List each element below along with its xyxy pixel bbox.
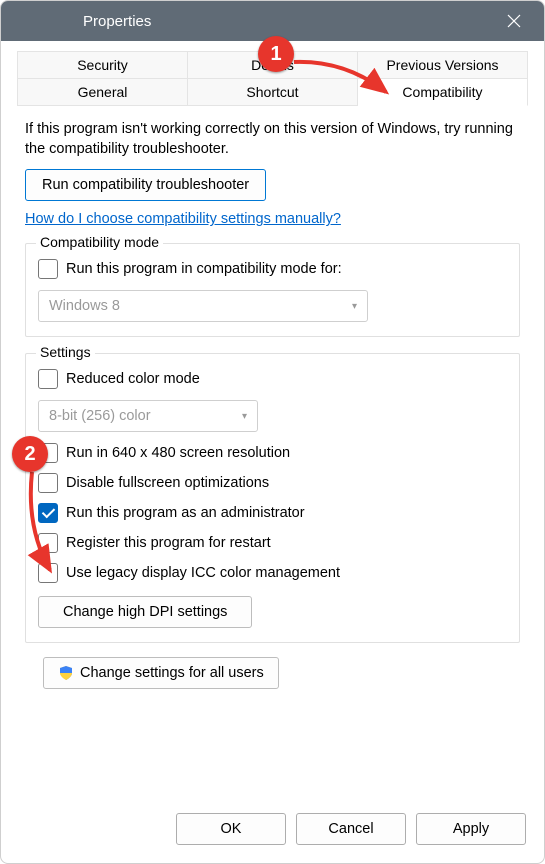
group-legend: Settings [36,344,95,360]
cancel-button[interactable]: Cancel [296,813,406,845]
change-all-users-button[interactable]: Change settings for all users [43,657,279,689]
change-all-users-label: Change settings for all users [80,665,264,681]
tab-previous-versions[interactable]: Previous Versions [358,51,528,78]
disable-fullscreen-label: Disable fullscreen optimizations [66,475,269,491]
color-depth-value: 8-bit (256) color [49,408,151,424]
shield-icon [58,665,74,681]
properties-dialog: Properties Security Details Previous Ver… [0,0,545,864]
compat-mode-select[interactable]: Windows 8 ▾ [38,290,368,322]
legacy-icc-label: Use legacy display ICC color management [66,565,340,581]
run-640x480-checkbox[interactable] [38,443,58,463]
run-as-admin-label: Run this program as an administrator [66,505,305,521]
disable-fullscreen-checkbox[interactable] [38,473,58,493]
apply-button[interactable]: Apply [416,813,526,845]
tab-security[interactable]: Security [17,51,188,78]
reduced-color-checkbox[interactable] [38,369,58,389]
window-title: Properties [83,13,151,30]
chevron-down-icon: ▾ [352,301,357,312]
change-dpi-button[interactable]: Change high DPI settings [38,596,252,628]
run-640x480-label: Run in 640 x 480 screen resolution [66,445,290,461]
compat-mode-checkbox[interactable] [38,259,58,279]
tab-shortcut[interactable]: Shortcut [188,78,358,106]
settings-group: Settings Reduced color mode 8-bit (256) … [25,353,520,643]
dialog-footer: OK Cancel Apply [1,801,544,863]
register-restart-checkbox[interactable] [38,533,58,553]
close-icon [507,14,521,28]
compat-mode-select-value: Windows 8 [49,298,120,314]
color-depth-select[interactable]: 8-bit (256) color ▾ [38,400,258,432]
register-restart-label: Register this program for restart [66,535,271,551]
tab-general[interactable]: General [17,78,188,106]
group-legend: Compatibility mode [36,234,163,250]
titlebar: Properties [1,1,544,41]
tab-details[interactable]: Details [188,51,358,78]
tab-content: If this program isn't working correctly … [1,106,544,801]
compatibility-mode-group: Compatibility mode Run this program in c… [25,243,520,337]
ok-button[interactable]: OK [176,813,286,845]
help-link[interactable]: How do I choose compatibility settings m… [25,211,341,227]
tab-compatibility[interactable]: Compatibility [358,78,528,106]
intro-text: If this program isn't working correctly … [25,120,520,159]
reduced-color-label: Reduced color mode [66,371,200,387]
run-troubleshooter-button[interactable]: Run compatibility troubleshooter [25,169,266,201]
compat-mode-label: Run this program in compatibility mode f… [66,261,342,277]
tab-strip: Security Details Previous Versions Gener… [1,41,544,106]
legacy-icc-checkbox[interactable] [38,563,58,583]
chevron-down-icon: ▾ [242,411,247,422]
run-as-admin-checkbox[interactable] [38,503,58,523]
close-button[interactable] [492,1,536,41]
